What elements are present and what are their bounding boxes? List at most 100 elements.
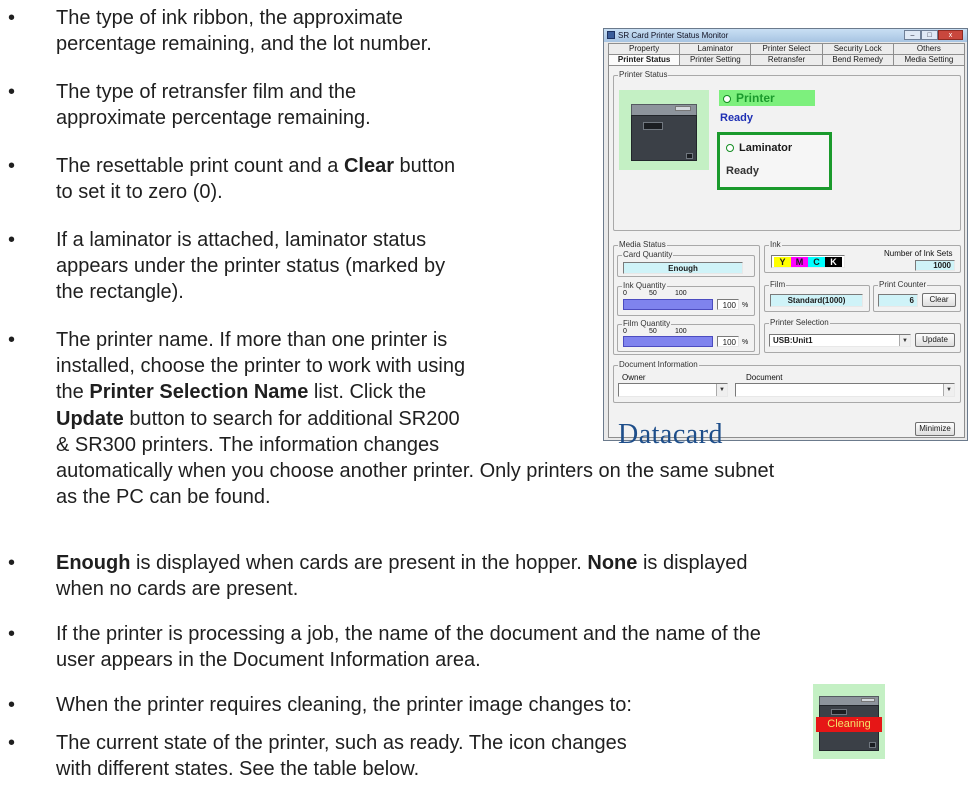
ink-percent-sign: % xyxy=(742,302,749,309)
text-line: the rectangle). xyxy=(56,279,616,305)
text-line: When the printer requires cleaning, the … xyxy=(56,692,816,718)
tab-printer-status[interactable]: Printer Status xyxy=(608,54,681,65)
film-scale-50: 50 xyxy=(649,328,657,335)
tab-security-lock[interactable]: Security Lock xyxy=(821,43,894,54)
print-counter-value: 6 xyxy=(878,294,918,307)
printer-indicator xyxy=(686,153,693,159)
text-run: button to search for additional SR200 xyxy=(123,407,460,430)
text-run: with different states. See the table bel… xyxy=(56,758,420,780)
printer-status-badge: Printer xyxy=(719,90,815,106)
print-counter-group: Print Counter 6 Clear xyxy=(873,280,961,312)
printer-logo xyxy=(675,106,691,111)
tab-property[interactable]: Property xyxy=(608,43,681,54)
list-item-text: The type of retransfer film and the appro… xyxy=(56,79,616,131)
text-run: button xyxy=(394,155,456,177)
text-line: If the printer is processing a job, the … xyxy=(56,621,956,647)
datacard-logo: Datacard xyxy=(618,419,724,450)
text-line: user appears in the Document Information… xyxy=(56,647,956,673)
document-information-group: Document Information Owner Document ▼ ▼ xyxy=(613,360,961,403)
card-quantity-label: Card Quantity xyxy=(622,250,674,260)
list-item-text: When the printer requires cleaning, the … xyxy=(56,692,816,718)
print-counter-label: Print Counter xyxy=(878,280,928,290)
owner-field[interactable]: ▼ xyxy=(618,383,728,397)
close-window-button[interactable]: x xyxy=(938,30,963,40)
ink-scale-50: 50 xyxy=(649,290,657,297)
film-quantity-label: Film Quantity xyxy=(622,319,672,329)
text-run: is displayed xyxy=(637,552,748,574)
text-line: automatically when you choose another pr… xyxy=(56,458,956,484)
text-line: percentage remaining, and the lot number… xyxy=(56,31,616,57)
ink-magenta: M xyxy=(791,257,808,267)
cleaning-printer-image: Cleaning xyxy=(813,684,885,759)
media-status-group: Media Status Card Quantity Enough Ink Qu… xyxy=(613,240,760,355)
text-line: to set it to zero (0). xyxy=(56,179,616,205)
text-run: percentage remaining, and the lot number… xyxy=(56,33,432,55)
clear-button[interactable]: Clear xyxy=(922,293,956,307)
text-line: The current state of the printer, such a… xyxy=(56,730,816,756)
ink-label: Ink xyxy=(769,240,782,250)
ink-quantity-bar xyxy=(623,299,713,310)
printer-status-label: Printer Status xyxy=(618,70,669,80)
chevron-down-icon[interactable]: ▼ xyxy=(943,384,954,396)
text-run: the rectangle). xyxy=(56,281,184,303)
printer-state: Ready xyxy=(720,112,754,124)
number-of-ink-sets-label: Number of Ink Sets xyxy=(884,249,953,258)
list-item-text: If a laminator is attached, laminator st… xyxy=(56,227,616,305)
text-run: The resettable print count and a xyxy=(56,155,344,177)
document-label: Document xyxy=(746,373,783,382)
laminator-status-box: Laminator Ready xyxy=(717,132,832,190)
text-run: installed, choose the printer to work wi… xyxy=(56,355,466,378)
text-line: approximate percentage remaining. xyxy=(56,105,616,131)
printer-selection-dropdown[interactable]: USB:Unit1 ▼ xyxy=(769,334,911,347)
cleaning-label: Cleaning xyxy=(816,717,882,732)
ink-scale-100: 100 xyxy=(675,290,687,297)
printer-name: Printer xyxy=(736,91,775,105)
text-run: Enough xyxy=(56,552,131,574)
printer-logo xyxy=(861,698,875,702)
tab-printer-select[interactable]: Printer Select xyxy=(750,43,823,54)
document-field[interactable]: ▼ xyxy=(735,383,955,397)
film-value: Standard(1000) xyxy=(770,294,863,307)
bullet-glyph: • xyxy=(8,732,16,754)
text-run: appears under the printer status (marked… xyxy=(56,255,446,277)
ink-yellow: Y xyxy=(774,257,791,267)
chevron-down-icon[interactable]: ▼ xyxy=(899,335,910,346)
ink-ribbon-swatch: YMCK xyxy=(771,255,845,268)
bullet-glyph: • xyxy=(8,623,16,645)
printer-selection-value: USB:Unit1 xyxy=(773,336,813,345)
maximize-window-button[interactable]: □ xyxy=(921,30,938,40)
tab-bend-remedy[interactable]: Bend Remedy xyxy=(821,54,894,65)
text-run: Update xyxy=(56,407,124,430)
title-bar: SR Card Printer Status Monitor – □ x xyxy=(604,29,967,42)
update-button[interactable]: Update xyxy=(915,333,955,347)
minimize-window-button[interactable]: – xyxy=(904,30,921,40)
ink-quantity-group: Ink Quantity 0 50 100 100 % xyxy=(617,281,755,316)
printer-selection-group: Printer Selection USB:Unit1 ▼ Update xyxy=(764,318,961,353)
tab-media-setting[interactable]: Media Setting xyxy=(892,54,966,65)
minimize-button[interactable]: Minimize xyxy=(915,422,955,436)
chevron-down-icon[interactable]: ▼ xyxy=(716,384,727,396)
text-line: If a laminator is attached, laminator st… xyxy=(56,227,616,253)
text-run: The type of ink ribbon, the approximate xyxy=(56,7,403,29)
film-scale-0: 0 xyxy=(623,328,627,335)
text-run: to set it to zero (0). xyxy=(56,181,223,203)
printer-image xyxy=(619,90,709,170)
list-item-text: The current state of the printer, such a… xyxy=(56,730,816,782)
tab-others[interactable]: Others xyxy=(892,43,966,54)
text-run: Printer Selection Name xyxy=(89,381,309,404)
film-label: Film xyxy=(769,280,787,290)
tab-row-2: Printer Status Printer Setting Retransfe… xyxy=(608,54,966,65)
bullet-glyph: • xyxy=(8,552,16,574)
bullet-glyph: • xyxy=(8,81,16,103)
tab-laminator[interactable]: Laminator xyxy=(679,43,752,54)
tab-retransfer[interactable]: Retransfer xyxy=(750,54,823,65)
text-run: when no cards are present. xyxy=(56,578,299,600)
tab-printer-setting[interactable]: Printer Setting xyxy=(679,54,752,65)
printer-status-pane: Printer Status Printer Ready Laminator R… xyxy=(608,65,965,450)
text-line: The type of ink ribbon, the approximate xyxy=(56,5,616,31)
ink-black: K xyxy=(825,257,842,267)
text-run: as the PC can be found. xyxy=(56,486,271,509)
text-line: The type of retransfer film and the xyxy=(56,79,616,105)
text-run: When the printer requires cleaning, the … xyxy=(56,694,632,716)
window-title: SR Card Printer Status Monitor xyxy=(618,31,729,40)
